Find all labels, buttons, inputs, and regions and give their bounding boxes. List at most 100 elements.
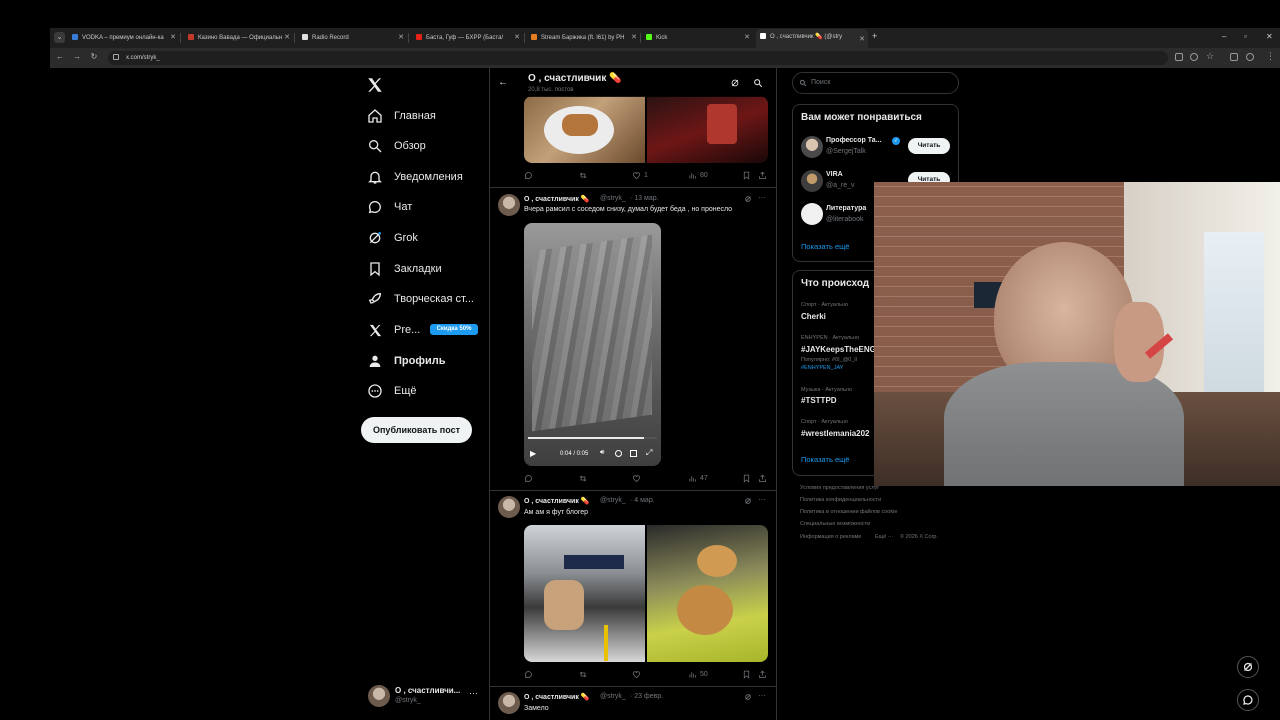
sidebar-item-profile[interactable]: Профиль <box>366 349 445 373</box>
tweet-date[interactable]: · 13 мар. <box>630 195 659 202</box>
play-icon[interactable]: ▶ <box>530 449 536 458</box>
media-image-restaurant[interactable] <box>524 525 645 662</box>
tweet-handle[interactable]: @stryk_ <box>600 195 626 202</box>
footer-link[interactable]: Ещё ··· <box>875 534 893 540</box>
share-button[interactable] <box>758 171 767 180</box>
video-progress-bar[interactable] <box>528 437 657 439</box>
tab-vavada[interactable]: Казино Вавада — Официальн ✕ <box>188 31 290 45</box>
avatar[interactable] <box>801 136 823 158</box>
tab-basta[interactable]: Баста, Гуф — БХРР (Баста/✕ <box>416 31 520 45</box>
trend-related[interactable]: #ENHYPEN_JAY <box>801 365 843 371</box>
like-button[interactable] <box>632 670 641 679</box>
address-bar[interactable]: x.com/stryk_ <box>108 51 1168 65</box>
views-button[interactable]: 50 <box>688 670 708 679</box>
media-image-burger[interactable] <box>524 96 645 163</box>
suggested-user-name[interactable]: Литература <box>826 205 866 212</box>
sidebar-item-chat[interactable]: Чат <box>366 195 412 219</box>
media-image-interior[interactable] <box>647 96 768 163</box>
grok-float-button[interactable] <box>1237 656 1259 678</box>
reply-button[interactable] <box>524 474 533 483</box>
new-tab-button[interactable]: + <box>872 31 877 41</box>
footer-link[interactable]: Условия предоставления услуг <box>800 485 879 491</box>
tweet-handle[interactable]: @stryk_ <box>600 693 626 700</box>
tweet-media[interactable] <box>524 525 768 662</box>
trend-related[interactable]: Популярно: #0I_@0_ll <box>801 357 857 363</box>
search-input[interactable]: Поиск <box>792 72 959 94</box>
show-more-link[interactable]: Показать ещё <box>801 455 849 464</box>
share-button[interactable] <box>758 670 767 679</box>
trend-item[interactable]: Cherki <box>801 312 826 321</box>
profile-icon[interactable] <box>1246 53 1254 61</box>
extensions-icon[interactable] <box>1230 53 1238 61</box>
site-info-icon[interactable] <box>113 54 119 60</box>
messages-float-button[interactable] <box>1237 689 1259 711</box>
sidebar-item-explore[interactable]: Обзор <box>366 134 426 158</box>
more-dots-icon[interactable]: ··· <box>758 691 766 700</box>
sidebar-item-creator-studio[interactable]: Творческая ст... <box>366 287 474 311</box>
back-arrow-icon[interactable]: ← <box>498 77 508 88</box>
footer-link[interactable]: Информация о рекламе <box>800 534 861 540</box>
tweet-avatar[interactable] <box>498 194 520 216</box>
zoom-icon[interactable] <box>1190 53 1198 61</box>
tab-close-icon[interactable]: ✕ <box>284 31 290 45</box>
maximize-icon[interactable]: ▫ <box>1244 32 1247 41</box>
tab-stream[interactable]: Stream Баржика (ft. l61) by PH ✕ <box>531 31 637 45</box>
tweet-media[interactable] <box>524 96 768 163</box>
reply-button[interactable] <box>524 171 533 180</box>
follow-button[interactable]: Читать <box>908 138 950 154</box>
like-button[interactable]: 1 <box>632 171 648 180</box>
tab-radio-record[interactable]: Radio Record ✕ <box>302 31 404 45</box>
views-button[interactable]: 47 <box>688 474 708 483</box>
avatar[interactable] <box>801 203 823 225</box>
close-window-icon[interactable]: ✕ <box>1266 32 1273 41</box>
bookmark-button[interactable] <box>742 171 751 180</box>
sidebar-item-grok[interactable]: Grok <box>366 226 418 250</box>
pip-icon[interactable] <box>630 450 637 457</box>
settings-icon[interactable] <box>615 450 622 457</box>
trend-item[interactable]: #wrestlemania202 <box>801 429 870 438</box>
tab-close-icon[interactable]: ✕ <box>744 31 750 45</box>
search-icon[interactable] <box>753 78 763 88</box>
suggested-user-name[interactable]: Профессор Та... <box>826 137 882 144</box>
retweet-button[interactable] <box>578 171 588 180</box>
share-button[interactable] <box>758 474 767 483</box>
tab-kick[interactable]: Kick ✕ <box>646 31 750 45</box>
grok-icon[interactable] <box>730 78 740 88</box>
volume-icon[interactable]: 🔊︎ <box>600 449 604 457</box>
tab-close-icon[interactable]: ✕ <box>514 31 520 45</box>
trend-item[interactable]: #JAYKeepsTheENG <box>801 345 876 354</box>
tweet-avatar[interactable] <box>498 692 520 714</box>
tweet-date[interactable]: · 23 февр. <box>630 693 663 700</box>
reload-icon[interactable]: ↻ <box>88 52 100 61</box>
sidebar-item-more[interactable]: Ещё <box>366 379 417 403</box>
sidebar-item-bookmarks[interactable]: Закладки <box>366 257 442 281</box>
tweet-handle[interactable]: @stryk_ <box>600 497 626 504</box>
suggested-user-name[interactable]: VIRA <box>826 171 843 178</box>
sidebar-item-home[interactable]: Главная <box>366 104 436 128</box>
retweet-button[interactable] <box>578 670 588 679</box>
views-button[interactable]: 80 <box>688 171 708 180</box>
menu-icon[interactable]: ⋮ <box>1266 51 1275 62</box>
tab-close-icon[interactable]: ✕ <box>859 31 865 48</box>
footer-link[interactable]: Специальные возможности <box>800 521 870 527</box>
footer-link[interactable]: Политика конфиденциальности <box>800 497 881 503</box>
more-dots-icon[interactable]: ··· <box>758 495 766 504</box>
media-image-burger[interactable] <box>647 525 768 662</box>
back-icon[interactable]: ← <box>54 52 66 61</box>
tab-close-icon[interactable]: ✕ <box>170 31 176 45</box>
tweet-date[interactable]: · 4 мар. <box>630 497 655 504</box>
like-button[interactable] <box>632 474 641 483</box>
sidebar-item-premium[interactable]: Pre... <box>366 318 420 342</box>
trend-item[interactable]: #TSTTPD <box>801 396 837 405</box>
fullscreen-icon[interactable]: ⤢ <box>646 448 652 458</box>
minimize-icon[interactable]: – <box>1222 32 1226 41</box>
tab-x-profile[interactable]: О , счастливчик 💊 (@stry ✕ <box>756 29 868 48</box>
grok-icon[interactable] <box>744 195 752 203</box>
tweet-author[interactable]: О , счастливчик 💊 <box>524 195 590 203</box>
tab-close-icon[interactable]: ✕ <box>398 31 404 45</box>
tweet-avatar[interactable] <box>498 496 520 518</box>
tweet-video[interactable]: ▶ 0:04 / 0:05 🔊︎ ⤢ <box>524 223 661 466</box>
bookmark-button[interactable] <box>742 474 751 483</box>
bookmark-star-icon[interactable]: ☆ <box>1206 51 1214 62</box>
bookmark-button[interactable] <box>742 670 751 679</box>
